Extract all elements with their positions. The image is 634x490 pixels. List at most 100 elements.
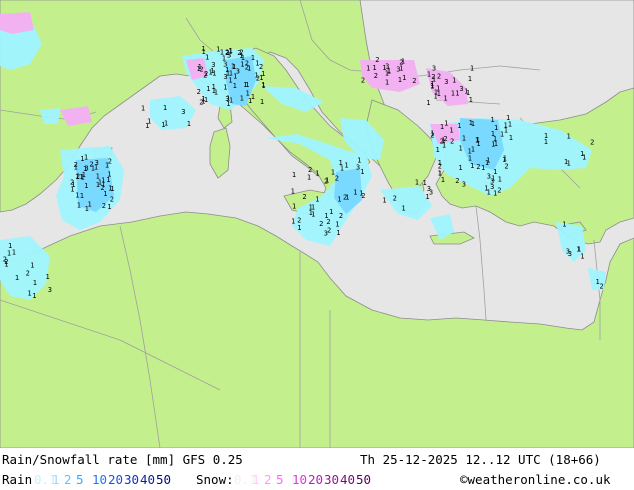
credit-link[interactable]: ©weatheronline.co.uk	[460, 470, 611, 490]
snow-legend-level: 20	[308, 472, 324, 487]
precip-marker: 2	[375, 56, 379, 64]
precip-marker: 1	[12, 248, 16, 256]
precip-marker: 1	[491, 175, 495, 183]
precip-marker: 1	[309, 209, 313, 217]
precip-marker: 1	[80, 155, 84, 163]
precip-marker: 3	[356, 163, 360, 171]
precip-marker: 1	[202, 48, 206, 56]
precip-marker: 3	[432, 65, 436, 73]
precip-marker: 1	[387, 68, 391, 76]
precip-marker: 1	[567, 132, 571, 140]
rain-legend-level: 1	[52, 472, 60, 487]
precip-marker: 2	[430, 131, 434, 139]
precip-marker: 2	[504, 162, 508, 170]
precip-marker: 1	[70, 186, 74, 194]
footer-row-1: Rain/Snowfall rate [mm] GFS 0.25 Th 25-1…	[0, 450, 634, 470]
precip-marker: 1	[436, 146, 440, 154]
precip-marker: 1	[107, 203, 111, 211]
valid-datetime: Th 25-12-2025 12..12 UTC (18+66)	[360, 452, 601, 467]
precip-marker: 2	[374, 72, 378, 80]
precip-marker: 3	[225, 95, 229, 103]
precip-marker: 1	[339, 159, 343, 167]
precip-marker: 1	[84, 182, 88, 190]
precip-marker: 1	[337, 195, 341, 203]
precip-marker: 1	[251, 54, 255, 62]
precip-marker: 1	[231, 62, 235, 70]
rain-legend-level: 20	[108, 472, 124, 487]
rain-legend-level: 2	[64, 472, 72, 487]
precip-marker: 2	[339, 212, 343, 220]
precip-marker: 3	[444, 78, 448, 86]
precip-marker: 1	[470, 65, 474, 73]
precip-marker: 2	[245, 64, 249, 72]
precip-marker: 2	[203, 72, 207, 80]
precip-marker: 3	[181, 108, 185, 116]
precip-marker: 1	[398, 76, 402, 84]
precip-marker: 1	[261, 82, 265, 90]
precip-marker: 1	[425, 193, 429, 201]
precip-marker: 1	[468, 75, 472, 83]
precip-marker: 2	[302, 193, 306, 201]
precip-marker: 1	[164, 119, 168, 127]
precip-marker: 2	[110, 195, 114, 203]
precip-marker: 1	[74, 163, 78, 171]
precip-marker: 1	[187, 120, 191, 128]
precip-marker: 1	[77, 202, 81, 210]
precip-marker: 1	[260, 98, 264, 106]
precip-marker: 1	[434, 88, 438, 96]
precip-marker: 1	[494, 124, 498, 132]
precip-marker: 1	[33, 279, 37, 287]
precip-marker: 3	[487, 173, 491, 181]
precip-marker: 1	[107, 171, 111, 179]
precip-marker: 1	[372, 64, 376, 72]
precip-marker: 1	[504, 127, 508, 135]
precip-marker: 3	[462, 181, 466, 189]
precip-marker: 1	[147, 118, 151, 126]
precip-marker: 3	[459, 85, 463, 93]
precip-marker: 1	[248, 97, 252, 105]
precip-marker: 2	[319, 220, 323, 228]
precip-marker: 1	[440, 123, 444, 131]
map-title: Rain/Snowfall rate [mm] GFS 0.25	[2, 452, 243, 467]
precip-marker: 1	[402, 74, 406, 82]
precip-marker: 1	[222, 55, 226, 63]
precip-marker: 1	[7, 250, 11, 258]
precip-marker: 2	[308, 166, 312, 174]
precip-marker: 2	[259, 63, 263, 71]
precip-marker: 2	[450, 138, 454, 146]
precip-marker: 1	[462, 135, 466, 143]
precip-marker: 2	[76, 172, 80, 180]
precip-marker: 1	[15, 274, 19, 282]
precip-marker: 1	[30, 261, 34, 269]
precip-marker: 1	[110, 185, 114, 193]
precip-marker: 1	[292, 203, 296, 211]
precip-marker: 2	[412, 77, 416, 85]
precip-marker: 1	[204, 96, 208, 104]
rain-legend-level: 50	[156, 472, 172, 487]
precip-marker: 3	[48, 286, 52, 294]
snow-legend-level: 5	[276, 472, 284, 487]
precip-marker: 2	[102, 202, 106, 210]
precip-marker: 1	[443, 94, 447, 102]
precip-marker: 1	[325, 176, 329, 184]
precip-marker: 1	[80, 192, 84, 200]
precip-marker: 1	[223, 84, 227, 92]
precip-marker: 1	[564, 158, 568, 166]
precip-marker: 1	[291, 217, 295, 225]
precip-marker: 1	[32, 292, 36, 300]
precip-marker: 1	[46, 273, 50, 281]
precip-marker: 1	[240, 94, 244, 102]
precip-marker: 2	[437, 73, 441, 81]
snow-legend-level: 10	[292, 472, 308, 487]
precip-marker: 1	[449, 127, 453, 135]
precip-marker: 1	[214, 89, 218, 97]
snow-legend-level: 2	[264, 472, 272, 487]
rain-legend-level: 40	[140, 472, 156, 487]
precip-marker: 2	[199, 65, 203, 73]
precip-marker: 1	[470, 162, 474, 170]
precip-marker: 1	[444, 119, 448, 127]
precip-marker: 1	[464, 88, 468, 96]
precip-marker: 2	[497, 187, 501, 195]
precip-marker: 1	[344, 162, 348, 170]
precip-marker: 1	[468, 155, 472, 163]
